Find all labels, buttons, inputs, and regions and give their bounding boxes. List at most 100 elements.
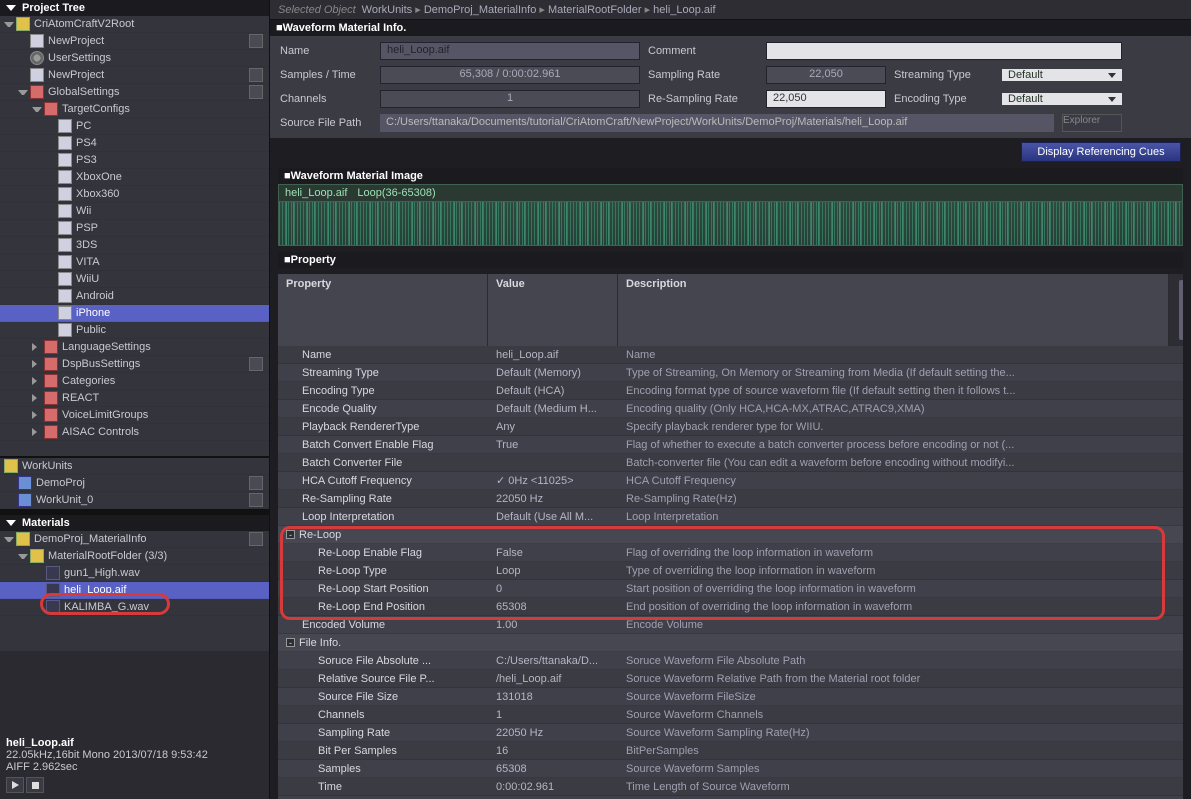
collapse-icon[interactable] [6,520,16,526]
property-row[interactable]: Relative Source File P.../heli_Loop.aifS… [278,670,1183,688]
streaming-type-select[interactable]: Default [1002,69,1122,81]
property-value[interactable]: 65308 [488,601,618,613]
tree-item[interactable]: PSP [0,220,269,237]
property-value[interactable]: 22050 Hz [488,727,618,739]
property-value[interactable]: 131018 [488,691,618,703]
breadcrumb-item[interactable]: MaterialRootFolder [548,4,642,16]
tree-item[interactable]: iPhone [0,305,269,322]
tree-item[interactable]: GlobalSettings [0,84,269,101]
resampling-field[interactable]: 22,050 [766,90,886,108]
tree-item[interactable]: WorkUnit_0 [0,492,269,509]
tree-item[interactable]: DspBusSettings [0,356,269,373]
tree-item[interactable]: Wii [0,203,269,220]
property-row[interactable]: Encode QualityDefault (Medium H...Encodi… [278,400,1183,418]
breadcrumb-item[interactable]: DemoProj_MaterialInfo [424,4,537,16]
tree-item[interactable]: REACT [0,390,269,407]
property-row[interactable]: Nameheli_Loop.aifName [278,346,1183,364]
property-value[interactable]: C:/Users/ttanaka/D... [488,655,618,667]
collapse-icon[interactable] [6,5,16,11]
expand-icon[interactable] [32,107,42,112]
property-category[interactable]: -Re-Loop [278,526,1183,544]
save-icon[interactable] [249,532,263,546]
property-row[interactable]: Encoding TypeDefault (HCA)Encoding forma… [278,382,1183,400]
property-row[interactable]: Batch Converter FileBatch-converter file… [278,454,1183,472]
property-row[interactable]: Soruce File Absolute ...C:/Users/ttanaka… [278,652,1183,670]
tree-item[interactable]: KALIMBA_G.wav [0,599,269,616]
property-grid[interactable]: Nameheli_Loop.aifNameStreaming TypeDefau… [278,346,1183,799]
property-row[interactable]: Re-Loop Start Position0Start position of… [278,580,1183,598]
materials-tree[interactable]: DemoProj_MaterialInfo MaterialRootFolder… [0,531,269,651]
expand-icon[interactable] [32,343,42,351]
tree-item[interactable]: VITA [0,254,269,271]
explorer-button[interactable]: Explorer [1062,114,1122,132]
col-property[interactable]: Property [278,274,488,346]
tree-item[interactable]: gun1_High.wav [0,565,269,582]
property-value[interactable]: Default (Medium H... [488,403,618,415]
property-value[interactable]: 0:00:02.961 [488,781,618,793]
col-value[interactable]: Value [488,274,618,346]
expand-icon[interactable] [32,411,42,419]
property-value[interactable]: Default (Use All M... [488,511,618,523]
tree-item[interactable]: TargetConfigs [0,101,269,118]
property-value[interactable]: Default (Memory) [488,367,618,379]
expand-icon[interactable] [18,90,28,95]
property-row[interactable]: Re-Sampling Rate22050 HzRe-Sampling Rate… [278,490,1183,508]
property-value[interactable]: 22050 Hz [488,493,618,505]
property-row[interactable]: Sampling Rate22050 HzSource Waveform Sam… [278,724,1183,742]
expand-icon[interactable] [32,377,42,385]
expand-icon[interactable] [4,537,14,542]
tree-item[interactable]: NewProject [0,67,269,84]
property-row[interactable]: Source File Size131018Source Waveform Fi… [278,688,1183,706]
property-row[interactable]: Samples65308Source Waveform Samples [278,760,1183,778]
name-field[interactable]: heli_Loop.aif [380,42,640,60]
property-row[interactable]: Loop InterpretationDefault (Use All M...… [278,508,1183,526]
tree-item[interactable]: PC [0,118,269,135]
display-refs-button[interactable]: Display Referencing Cues [1021,142,1181,162]
property-category[interactable]: -File Info. [278,634,1183,652]
tree-item[interactable]: heli_Loop.aif [0,582,269,599]
property-row[interactable]: Batch Convert Enable FlagTrueFlag of whe… [278,436,1183,454]
tree-item[interactable]: PS3 [0,152,269,169]
tree-item[interactable]: PS4 [0,135,269,152]
tree-item[interactable]: XboxOne [0,169,269,186]
property-value[interactable]: 16 [488,745,618,757]
property-value[interactable]: 1.00 [488,619,618,631]
tree-item[interactable]: DemoProj [0,475,269,492]
property-row[interactable]: Bit Per Samples16BitPerSamples [278,742,1183,760]
property-row[interactable]: Streaming TypeDefault (Memory)Type of St… [278,364,1183,382]
workunits-header[interactable]: WorkUnits [0,458,269,475]
property-row[interactable]: Re-Loop TypeLoopType of overriding the l… [278,562,1183,580]
expand-icon[interactable] [32,360,42,368]
property-row[interactable]: Encoded Volume1.00Encode Volume [278,616,1183,634]
tree-item[interactable]: VoiceLimitGroups [0,407,269,424]
property-value[interactable]: Loop [488,565,618,577]
play-button[interactable] [6,777,24,793]
property-value[interactable]: False [488,547,618,559]
save-icon[interactable] [249,68,263,82]
tree-item[interactable]: DemoProj_MaterialInfo [0,531,269,548]
save-icon[interactable] [249,476,263,490]
stop-button[interactable] [26,777,44,793]
expand-icon[interactable] [32,394,42,402]
tree-item[interactable]: Android [0,288,269,305]
tree-item[interactable]: 3DS [0,237,269,254]
property-value[interactable]: True [488,439,618,451]
property-value[interactable]: /heli_Loop.aif [488,673,618,685]
save-icon[interactable] [249,493,263,507]
property-value[interactable]: Any [488,421,618,433]
col-description[interactable]: Description [618,274,1169,346]
property-value[interactable]: 0 [488,583,618,595]
tree-item[interactable]: Public [0,322,269,339]
property-value[interactable]: Default (HCA) [488,385,618,397]
property-value[interactable]: 65308 [488,763,618,775]
collapse-icon[interactable]: - [286,638,295,647]
encoding-type-select[interactable]: Default [1002,93,1122,105]
tree-item[interactable]: MaterialRootFolder (3/3) [0,548,269,565]
property-row[interactable]: Playback RendererTypeAnySpecify playback… [278,418,1183,436]
property-row[interactable]: Re-Loop End Position65308End position of… [278,598,1183,616]
comment-field[interactable] [766,42,1122,60]
property-row[interactable]: HCA Cutoff Frequency✓ 0Hz <11025>HCA Cut… [278,472,1183,490]
expand-icon[interactable] [18,554,28,559]
tree-item[interactable]: WiiU [0,271,269,288]
tree-root[interactable]: CriAtomCraftV2Root [0,16,269,33]
